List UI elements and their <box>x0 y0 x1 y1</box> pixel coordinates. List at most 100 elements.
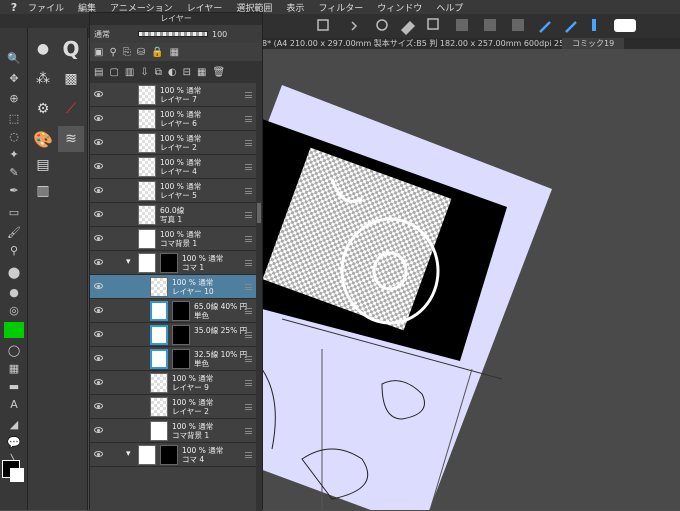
visibility-eye-icon[interactable] <box>94 235 103 241</box>
drag-handle-icon[interactable] <box>245 188 252 194</box>
blend-icon[interactable]: ● <box>4 284 24 300</box>
transfer-icon[interactable]: ⇩ <box>140 67 148 78</box>
canvas-area[interactable] <box>262 49 680 510</box>
drag-handle-icon[interactable] <box>245 428 252 434</box>
folder-toggle-icon[interactable]: ▾ <box>126 449 131 459</box>
layer-row[interactable]: 100 % 通常 レイヤー 5 <box>90 179 258 203</box>
text-icon[interactable]: A <box>4 396 24 412</box>
drag-handle-icon[interactable] <box>245 380 252 386</box>
visibility-eye-icon[interactable] <box>94 379 103 385</box>
layer-row[interactable]: 65.0線 40% 円単色 <box>90 299 258 323</box>
document-info[interactable]: 8* (A4 210.00 x 297.00mm 製本サイズ:B5 判 182.… <box>262 39 583 48</box>
layer-row[interactable]: 100 % 通常 レイヤー 2 <box>90 395 258 419</box>
visibility-eye-icon[interactable] <box>94 259 103 265</box>
zoom-icon[interactable]: 🔍 <box>4 50 24 66</box>
brush-shape-icon[interactable]: ≋ <box>58 126 84 152</box>
visibility-eye-icon[interactable] <box>94 307 103 313</box>
drag-handle-icon[interactable] <box>245 92 252 98</box>
folder-toggle-icon[interactable]: ▾ <box>126 257 131 267</box>
layer-row[interactable]: 35.0線 25% 円 <box>90 323 258 347</box>
menu-view[interactable]: 表示 <box>286 1 304 14</box>
ruler-icon[interactable]: ◢ <box>4 416 24 432</box>
reference-layer-icon[interactable]: ⛁ <box>137 47 145 58</box>
visibility-eye-icon[interactable] <box>94 283 103 289</box>
eraser-icon[interactable]: ▭ <box>4 204 24 220</box>
drag-handle-icon[interactable] <box>245 356 252 362</box>
reference-icon[interactable]: ▥ <box>30 178 56 204</box>
new-folder-icon[interactable]: ▥ <box>125 67 134 78</box>
sub-color-swatch[interactable] <box>10 468 24 482</box>
delete-mask-icon[interactable]: ⊟ <box>183 67 191 78</box>
drag-handle-icon[interactable] <box>245 452 252 458</box>
colorize-icon[interactable] <box>4 322 24 338</box>
visibility-eye-icon[interactable] <box>94 451 103 457</box>
menu-filter[interactable]: フィルター <box>318 1 363 14</box>
fill-icon[interactable]: ⬤ <box>4 264 24 280</box>
select-icon[interactable]: ⬚ <box>4 110 24 126</box>
visibility-eye-icon[interactable] <box>94 187 103 193</box>
drag-handle-icon[interactable] <box>245 284 252 290</box>
drag-handle-icon[interactable] <box>245 236 252 242</box>
visibility-eye-icon[interactable] <box>94 115 103 121</box>
layer-row[interactable]: ▾ 100 % 通常 コマ 4 <box>90 443 258 467</box>
quick-access-icon[interactable]: Q <box>58 36 84 62</box>
visibility-eye-icon[interactable] <box>94 163 103 169</box>
visibility-eye-icon[interactable] <box>94 427 103 433</box>
layer-row[interactable]: ▾ 100 % 通常 コマ 1 <box>90 251 258 275</box>
new-raster-layer-icon[interactable]: ▤ <box>94 67 103 78</box>
settings-icon[interactable]: ⚙ <box>30 96 56 122</box>
zoom-out-icon[interactable]: ⊕ <box>4 90 24 106</box>
brush-size-icon[interactable]: ● <box>30 36 56 62</box>
layer-row[interactable]: 100 % 通常 レイヤー 7 <box>90 83 258 107</box>
eyedropper-icon[interactable]: ✎ <box>4 164 24 180</box>
layer-row[interactable]: 100 % 通常 レイヤー 9 <box>90 371 258 395</box>
menu-help[interactable]: ヘルプ <box>436 1 463 14</box>
layer-row[interactable]: 100 % 通常 レイヤー 2 <box>90 131 258 155</box>
drag-handle-icon[interactable] <box>245 404 252 410</box>
trash-icon[interactable]: 🗑 <box>212 67 225 78</box>
pen-settings-icon[interactable]: ⟋ <box>58 96 84 122</box>
layer-color-icon[interactable]: ▣ <box>94 47 103 58</box>
comic-tab[interactable]: コミック19 <box>562 38 625 49</box>
drag-handle-icon[interactable] <box>245 116 252 122</box>
drag-handle-icon[interactable] <box>245 140 252 146</box>
layer-row[interactable]: 60.0線 写真 1 <box>90 203 258 227</box>
opacity-value[interactable]: 100 <box>212 30 227 39</box>
visibility-eye-icon[interactable] <box>94 91 103 97</box>
layer-property-icon[interactable]: ▩ <box>58 66 84 92</box>
layer-row[interactable]: 100 % 通常 レイヤー 6 <box>90 107 258 131</box>
figure-icon[interactable]: ▬ <box>4 378 24 394</box>
ellipse-icon[interactable]: ◯ <box>4 342 24 358</box>
scroll-thumb[interactable] <box>257 203 261 223</box>
mask-layer-icon[interactable]: ◐ <box>168 67 177 78</box>
color-set-icon[interactable]: ▤ <box>30 152 56 178</box>
move-icon[interactable]: ✥ <box>4 70 24 86</box>
app-logo-icon[interactable]: ? <box>0 1 28 14</box>
drag-handle-icon[interactable] <box>245 260 252 266</box>
color-wheel-icon[interactable]: 🎨 <box>30 126 56 152</box>
drag-handle-icon[interactable] <box>245 212 252 218</box>
layer-row[interactable]: 100 % 通常 コマ背景 1 <box>90 419 258 443</box>
gradient-icon[interactable]: ▦ <box>4 360 24 376</box>
drag-handle-icon[interactable] <box>245 164 252 170</box>
balloon-icon[interactable]: 💬 <box>4 434 24 450</box>
brush-icon[interactable]: 🖌 <box>4 224 24 240</box>
magic-wand-icon[interactable]: ✦ <box>4 146 24 162</box>
layer-row[interactable]: 100 % 通常 レイヤー 4 <box>90 155 258 179</box>
layer-scrollbar[interactable] <box>256 83 262 511</box>
tool-property-icon[interactable]: ⁂ <box>30 66 56 92</box>
apply-mask-icon[interactable]: ▦ <box>197 67 206 78</box>
visibility-eye-icon[interactable] <box>94 403 103 409</box>
blend-mode-select[interactable]: 通常 <box>94 29 134 40</box>
new-vector-layer-icon[interactable]: ▢ <box>109 67 118 78</box>
airbrush-icon[interactable]: ⚲ <box>4 242 24 258</box>
opacity-slider[interactable] <box>138 31 208 37</box>
visibility-eye-icon[interactable] <box>94 211 103 217</box>
palette-icon[interactable]: ▦ <box>170 47 179 58</box>
layer-row[interactable]: 32.5線 10% 円単色 <box>90 347 258 371</box>
menu-file[interactable]: ファイル <box>28 1 64 14</box>
combine-icon[interactable]: ⧉ <box>155 67 162 78</box>
layer-row[interactable]: 100 % 通常 コマ背景 1 <box>90 227 258 251</box>
lock-icon[interactable]: 🔒 <box>151 47 163 58</box>
visibility-eye-icon[interactable] <box>94 331 103 337</box>
